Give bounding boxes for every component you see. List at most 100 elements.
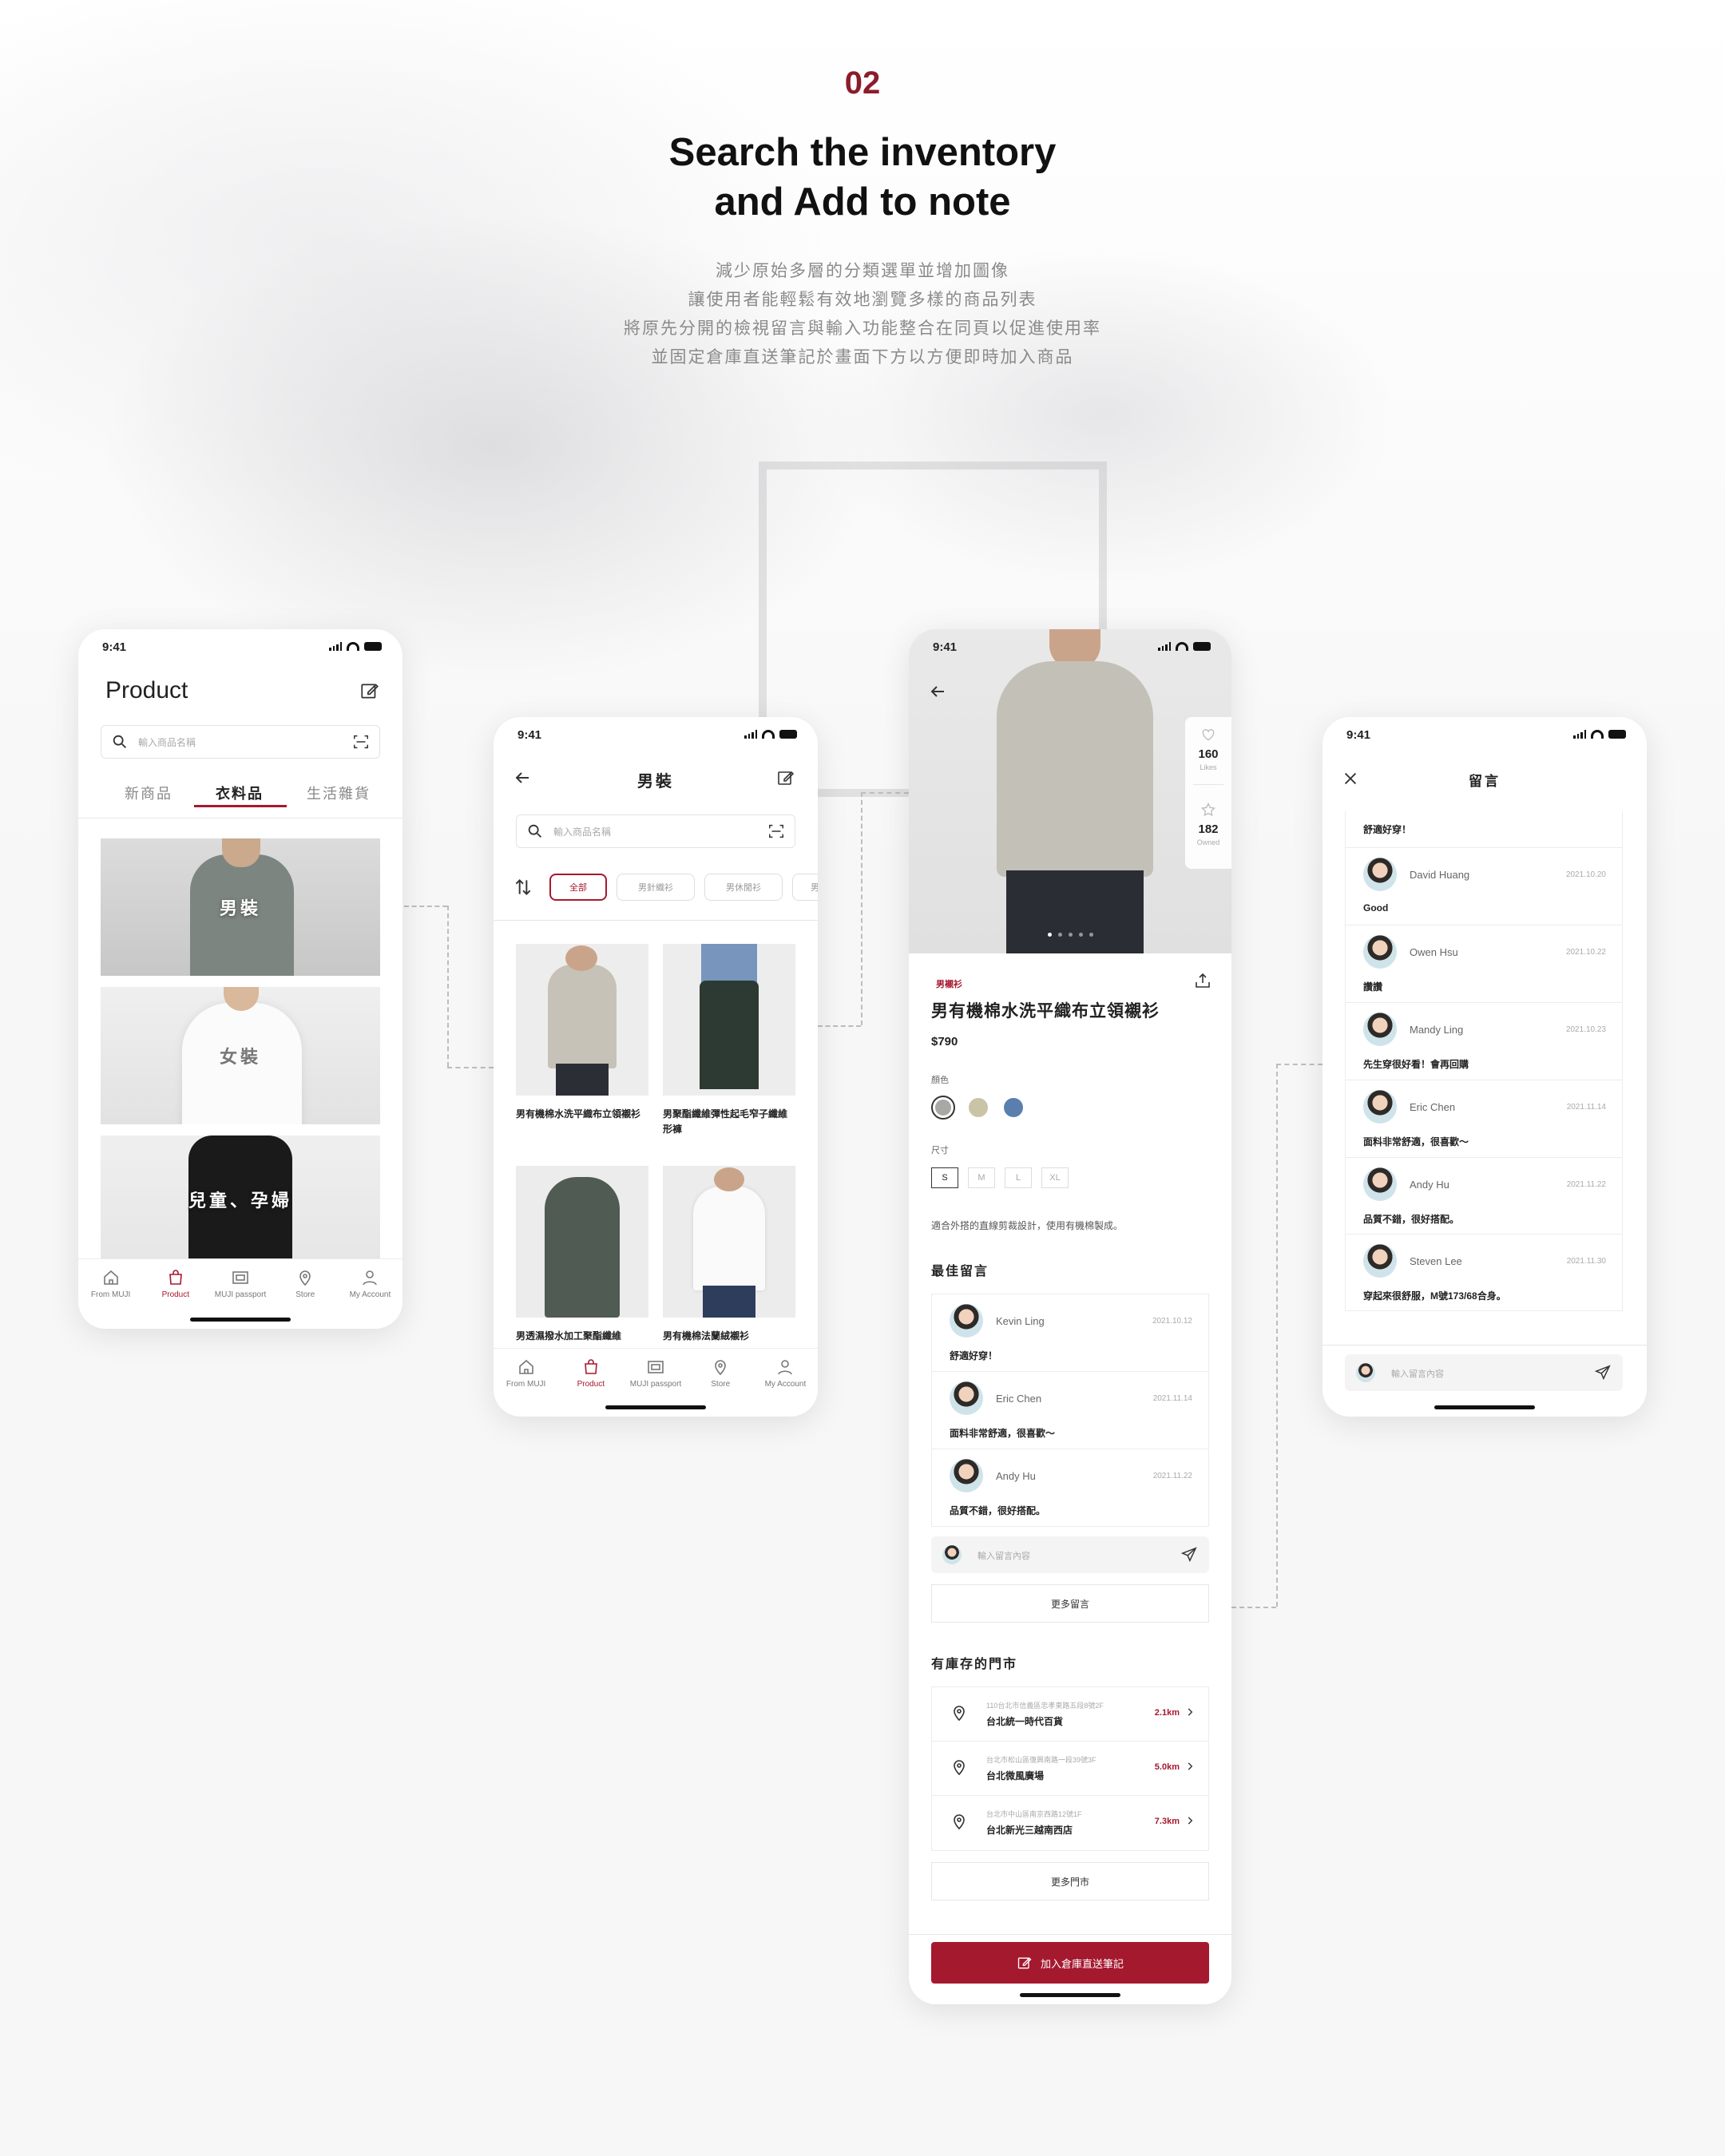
avatar — [1363, 858, 1397, 891]
tab-muji-passport[interactable]: MUJI passport — [208, 1259, 272, 1308]
store-name: 台北新光三越南西店 — [986, 1825, 1073, 1836]
model-image — [556, 1064, 609, 1096]
avatar — [1363, 1090, 1397, 1124]
category-card-men[interactable]: 男裝 — [101, 838, 380, 976]
owned-label: Owned — [1196, 838, 1220, 846]
likes-owned-panel: 160 Likes 182 Owned — [1185, 717, 1231, 869]
add-to-note-button[interactable]: 加入倉庫直送筆記 — [931, 1942, 1209, 1984]
store-item[interactable]: 台北市松山區復興南路一段39號3F 台北微風廣場 5.0km — [932, 1742, 1208, 1796]
comment-input[interactable]: 輸入留言內容 — [931, 1536, 1209, 1573]
star-icon[interactable] — [1200, 802, 1216, 818]
tab-product[interactable]: Product — [558, 1349, 623, 1397]
send-icon[interactable] — [1180, 1546, 1198, 1563]
back-arrow-icon[interactable] — [928, 682, 947, 701]
product-name[interactable]: 男有機棉水洗平織布立領襯衫 — [516, 1107, 648, 1122]
product-name[interactable]: 男有機棉法蘭絨襯衫 — [663, 1329, 795, 1344]
filter-chip-casual[interactable]: 男休閒衫 — [704, 874, 783, 901]
divider — [1322, 1345, 1647, 1346]
phone-product-detail: 9:41 160 Likes 182 Owned 男襯衫 男有機棉水洗平織布立領… — [909, 629, 1231, 2004]
filter-chip-knit[interactable]: 男針織衫 — [617, 874, 695, 901]
product-image[interactable] — [516, 944, 648, 1096]
tab-clothing[interactable]: 衣料品 — [216, 783, 264, 803]
wifi-icon — [1176, 642, 1188, 651]
comment-date: 2021.10.23 — [1565, 1025, 1606, 1034]
status-bar: 9:41 — [909, 629, 1231, 661]
size-option[interactable]: M — [968, 1167, 995, 1188]
share-icon[interactable] — [1193, 971, 1212, 990]
tab-my-account[interactable]: My Account — [753, 1349, 818, 1397]
page-title: 男裝 — [637, 773, 674, 791]
note-edit-icon[interactable] — [359, 680, 380, 701]
store-distance: 5.0km — [1154, 1762, 1180, 1772]
wifi-icon — [762, 730, 775, 739]
tab-from-muji[interactable]: From MUJI — [494, 1349, 558, 1397]
store-item[interactable]: 110台北市信義區忠孝東路五段8號2F 台北統一時代百貨 2.1km — [932, 1687, 1208, 1742]
tab-product[interactable]: Product — [143, 1259, 208, 1308]
comment-text: 品質不錯，很好搭配。 — [1363, 1214, 1460, 1225]
comment-date: 2021.11.30 — [1566, 1257, 1606, 1266]
tab-new-products[interactable]: 新商品 — [125, 783, 172, 803]
comment-author: Eric Chen — [1410, 1101, 1456, 1113]
category-card-kids-maternity[interactable]: 兒童、孕婦 — [101, 1135, 380, 1263]
product-hero-image[interactable] — [909, 629, 1231, 953]
search-input[interactable]: 輸入商品名稱 — [101, 725, 380, 759]
carousel-dot[interactable] — [1089, 933, 1093, 937]
signal-icon — [1158, 642, 1171, 651]
filter-chip-more[interactable]: 男 — [792, 874, 818, 901]
color-swatch-gray[interactable] — [931, 1096, 955, 1120]
passport-icon — [232, 1271, 248, 1284]
carousel-dot[interactable] — [1078, 933, 1083, 937]
tab-household[interactable]: 生活雜貨 — [307, 783, 371, 803]
color-swatch-blue[interactable] — [1001, 1096, 1025, 1120]
comment-date: 2021.11.14 — [1152, 1394, 1192, 1403]
product-image[interactable] — [663, 944, 795, 1096]
tab-label: Product — [577, 1380, 605, 1389]
product-name[interactable]: 男聚酯纖維彈性起毛窄子纖維形褲 — [663, 1107, 795, 1137]
tab-from-muji[interactable]: From MUJI — [78, 1259, 143, 1308]
size-option[interactable]: L — [1005, 1167, 1032, 1188]
search-input[interactable]: 輸入商品名稱 — [516, 814, 795, 848]
tab-store[interactable]: Store — [688, 1349, 753, 1397]
carousel-dot[interactable] — [1057, 933, 1062, 937]
product-image[interactable] — [663, 1166, 795, 1318]
wifi-icon — [347, 642, 359, 651]
size-option[interactable]: XL — [1041, 1167, 1069, 1188]
tab-label: My Account — [764, 1380, 807, 1389]
tab-muji-passport[interactable]: MUJI passport — [623, 1349, 688, 1397]
connector-line — [818, 1025, 861, 1027]
comment-text: 面料非常舒適，很喜歡～ — [1363, 1136, 1469, 1147]
shopping-bag-icon — [169, 1270, 182, 1285]
section-title: Search the inventory and Add to note — [0, 128, 1725, 227]
tab-my-account[interactable]: My Account — [338, 1259, 402, 1308]
carousel-dot[interactable] — [1068, 933, 1073, 937]
barcode-scan-icon[interactable] — [352, 733, 370, 751]
more-stores-button[interactable]: 更多門市 — [931, 1862, 1209, 1900]
carousel-dot[interactable] — [1047, 933, 1052, 937]
product-image[interactable] — [516, 1166, 648, 1318]
product-name[interactable]: 男透濕撥水加工聚酯纖維 — [516, 1329, 648, 1344]
tab-label: MUJI passport — [629, 1380, 682, 1389]
product-name: 男有機棉水洗平織布立領襯衫 — [931, 1002, 1160, 1021]
sort-icon[interactable] — [513, 877, 533, 898]
avatar — [950, 1304, 983, 1338]
tab-store[interactable]: Store — [273, 1259, 338, 1308]
barcode-scan-icon[interactable] — [767, 822, 785, 840]
home-indicator — [605, 1405, 706, 1409]
connector-line — [1276, 1064, 1278, 1607]
size-option[interactable]: S — [931, 1167, 958, 1188]
comment-text: 讚讚 — [1363, 981, 1383, 993]
user-icon — [363, 1270, 378, 1286]
category-label: 女裝 — [219, 1047, 261, 1067]
send-icon[interactable] — [1594, 1364, 1612, 1381]
avatar — [1363, 1013, 1397, 1046]
heart-icon[interactable] — [1200, 727, 1216, 743]
note-edit-icon[interactable] — [776, 768, 795, 787]
color-swatch-beige[interactable] — [966, 1096, 990, 1120]
filter-chip-all[interactable]: 全部 — [549, 874, 607, 901]
category-card-women[interactable]: 女裝 — [101, 987, 380, 1124]
comment-input[interactable]: 輸入留言內容 — [1345, 1354, 1623, 1391]
bottom-tab-bar: From MUJI Product MUJI passport Store My… — [494, 1348, 818, 1397]
more-comments-button[interactable]: 更多留言 — [931, 1584, 1209, 1623]
wifi-icon — [1591, 730, 1604, 739]
store-item[interactable]: 台北市中山區南京西路12號1F 台北新光三越南西店 7.3km — [932, 1796, 1208, 1850]
